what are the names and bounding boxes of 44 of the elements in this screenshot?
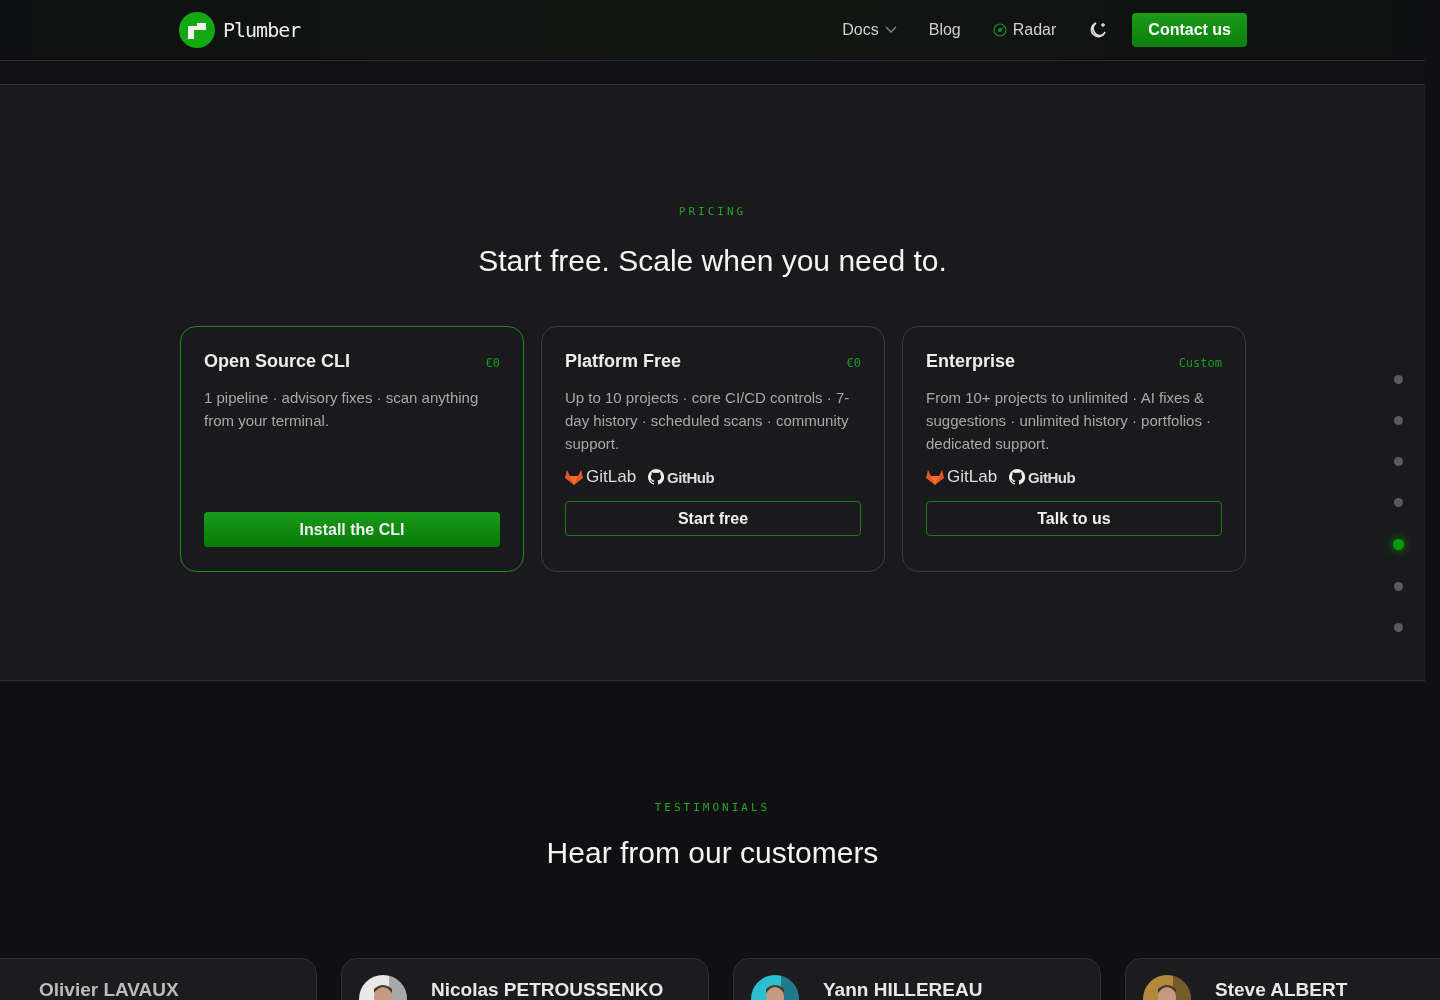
platform-name: GitHub [1028,468,1076,486]
brand-name[interactable]: Plumber [223,18,301,42]
plan-price: €0 [485,356,500,370]
nav-link[interactable]: Blog [928,21,961,39]
section-title: Hear from our customers [546,836,879,870]
customer-name: Steve ALBERT [1215,979,1348,1000]
customer-name: Olivier LAVAUX [39,979,179,1000]
moon-icon[interactable] [1088,20,1109,40]
plan-name: Platform Free [565,351,682,372]
platform-name: GitLab [586,467,637,487]
contact-button[interactable]: Contact us [1132,13,1247,47]
section-dot[interactable] [1394,498,1403,507]
section-title: Start free. Scale when you need to. [478,244,947,278]
plan-name: Open Source CLI [204,351,351,372]
platform-name: GitLab [947,467,998,487]
nav-link[interactable]: Docs [842,21,897,39]
section-dot[interactable] [1394,582,1403,591]
plan-button[interactable]: Install the CLI [204,512,500,547]
logo-icon[interactable] [179,12,215,48]
plan-description: Up to 10 projects · core CI/CD controls · 7-day history · scheduled scans · community support. [565,388,851,454]
plan-price: €0 [846,356,861,370]
plan-description: From 10+ projects to unlimited · AI fixes & suggestions · unlimited history · portfolios · dedicated support. [926,388,1213,454]
fox-icon [565,469,583,485]
plan-description: 1 pipeline · advisory fixes · scan anything from your terminal. [204,388,480,431]
fox-icon [926,469,944,485]
section-dot[interactable] [1394,623,1403,632]
section-eyebrow: PRICING [678,205,747,218]
nav-link[interactable]: Radar [992,21,1057,39]
plan-price: Custom [1178,356,1222,370]
plan-button[interactable]: Start free [565,501,861,536]
customer-name: Yann HILLEREAU [823,979,983,1000]
section-dot[interactable] [1393,539,1404,550]
plan-name: Enterprise [926,351,1016,372]
section-dot[interactable] [1394,457,1403,466]
section-dot[interactable] [1394,375,1403,384]
customer-name: Nicolas PETROUSSENKO [431,979,664,1000]
section-dot[interactable] [1394,416,1403,425]
plan-button[interactable]: Talk to us [926,501,1222,536]
platform-name: GitHub [667,468,715,486]
chevron-icon [884,26,897,34]
radar-icon [992,23,1007,37]
octocat-icon [1009,469,1026,485]
octocat-icon [648,469,665,485]
section-eyebrow: TESTIMONIALS [654,801,771,814]
